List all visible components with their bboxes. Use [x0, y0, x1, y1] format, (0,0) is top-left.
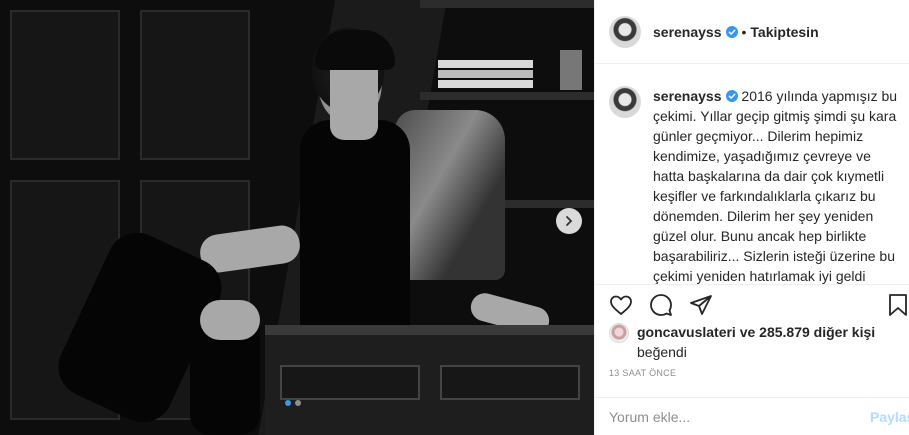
liked-label: beğendi	[637, 344, 687, 360]
drawer	[440, 365, 580, 400]
share-button[interactable]	[689, 293, 713, 317]
desk	[265, 325, 594, 435]
drawer	[280, 365, 420, 400]
heart-icon	[610, 295, 632, 315]
comment-input[interactable]	[609, 406, 849, 428]
likes-text: goncavuslateri ve 285.879 diğer kişi beğ…	[637, 322, 875, 362]
wood-panel	[140, 10, 250, 160]
post-comment-button[interactable]: Paylaş	[870, 409, 909, 425]
book	[438, 80, 533, 88]
likes-count-link[interactable]: ve 285.879 diğer kişi	[740, 324, 875, 340]
carousel-next-button[interactable]	[556, 208, 582, 234]
like-button[interactable]	[609, 293, 633, 317]
carousel-indicator	[285, 400, 301, 406]
avatar[interactable]	[609, 86, 641, 118]
follow-status-button[interactable]: Takiptesin	[750, 24, 818, 40]
paper-plane-icon	[690, 295, 712, 315]
caption: serenayss 2016 yılında yapmışız bu çekim…	[609, 86, 905, 286]
likes-summary: goncavuslateri ve 285.879 diğer kişi beğ…	[609, 322, 905, 362]
avatar[interactable]	[609, 15, 641, 48]
chevron-right-icon	[566, 216, 573, 226]
separator-dot: •	[741, 23, 747, 40]
post-header: serenayss • Takiptesin	[595, 0, 909, 64]
verified-badge-icon	[725, 90, 738, 102]
username[interactable]: serenayss	[653, 24, 722, 40]
post-timestamp[interactable]: 13 SAAT ÖNCE	[609, 368, 676, 378]
post-photo[interactable]	[0, 0, 594, 435]
comment-icon	[650, 294, 672, 316]
post-sidebar: serenayss • Takiptesin serenayss 2016 yı…	[594, 0, 909, 435]
shelf	[420, 0, 594, 8]
jacket	[395, 110, 505, 280]
hair	[315, 30, 395, 70]
action-bar	[595, 284, 909, 324]
caption-text: serenayss 2016 yılında yapmışız bu çekim…	[653, 86, 903, 286]
book	[438, 60, 533, 68]
comment-form: Paylaş	[595, 397, 909, 435]
shelf	[420, 92, 594, 100]
book	[560, 50, 582, 90]
liker-avatar[interactable]	[609, 323, 629, 343]
verified-badge-icon	[725, 25, 738, 38]
comment-button[interactable]	[649, 293, 673, 317]
caption-body: 2016 yılında yapmışız bu çekimi. Yıllar …	[653, 88, 898, 284]
knee	[200, 300, 260, 340]
wood-panel	[10, 10, 120, 160]
dress	[300, 120, 410, 345]
carousel-dot-active	[285, 400, 291, 406]
carousel-dot	[295, 400, 301, 406]
liker-username[interactable]: goncavuslateri	[637, 324, 736, 340]
caption-username[interactable]: serenayss	[653, 88, 722, 104]
bookmark-icon	[889, 294, 907, 316]
save-button[interactable]	[886, 293, 909, 317]
book	[438, 70, 533, 78]
